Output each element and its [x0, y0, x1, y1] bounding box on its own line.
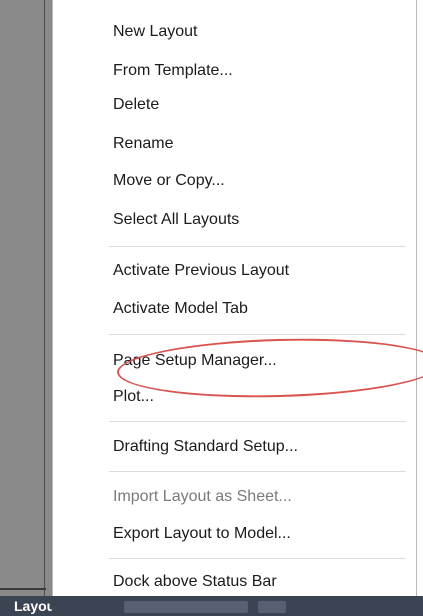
- menu-item-activate-model-tab[interactable]: Activate Model Tab: [113, 296, 248, 322]
- layout-context-menu: New Layout From Template... Delete Renam…: [52, 0, 423, 596]
- menu-separator: [109, 246, 406, 247]
- tab-layout1[interactable]: Layout1: [0, 596, 52, 616]
- menu-item-plot[interactable]: Plot...: [113, 384, 154, 410]
- menu-item-from-template[interactable]: From Template...: [113, 58, 233, 84]
- menu-item-dock-above-status-bar[interactable]: Dock above Status Bar: [113, 569, 277, 595]
- panel-border-bottom: [0, 588, 46, 590]
- drawing-area-background: [0, 0, 52, 616]
- menu-item-move-or-copy[interactable]: Move or Copy...: [113, 168, 225, 194]
- menu-item-select-all-layouts[interactable]: Select All Layouts: [113, 207, 239, 233]
- menu-item-import-layout-as-sheet: Import Layout as Sheet...: [113, 488, 292, 505]
- tab-layout2[interactable]: [124, 601, 248, 613]
- menu-item-activate-previous-layout[interactable]: Activate Previous Layout: [113, 258, 289, 284]
- menu-separator: [109, 421, 406, 422]
- menu-item-page-setup-manager[interactable]: Page Setup Manager...: [113, 348, 277, 374]
- menu-item-export-layout-to-model[interactable]: Export Layout to Model...: [113, 521, 291, 547]
- menu-separator: [109, 558, 406, 559]
- menu-item-new-layout[interactable]: New Layout: [113, 19, 198, 45]
- menu-item-drafting-standard-setup[interactable]: Drafting Standard Setup...: [113, 434, 298, 460]
- panel-border: [44, 0, 45, 598]
- add-layout-tab[interactable]: [258, 601, 286, 613]
- menu-separator: [109, 334, 406, 335]
- menu-separator: [109, 471, 406, 472]
- menu-item-rename[interactable]: Rename: [113, 131, 173, 157]
- menu-item-delete[interactable]: Delete: [113, 92, 159, 118]
